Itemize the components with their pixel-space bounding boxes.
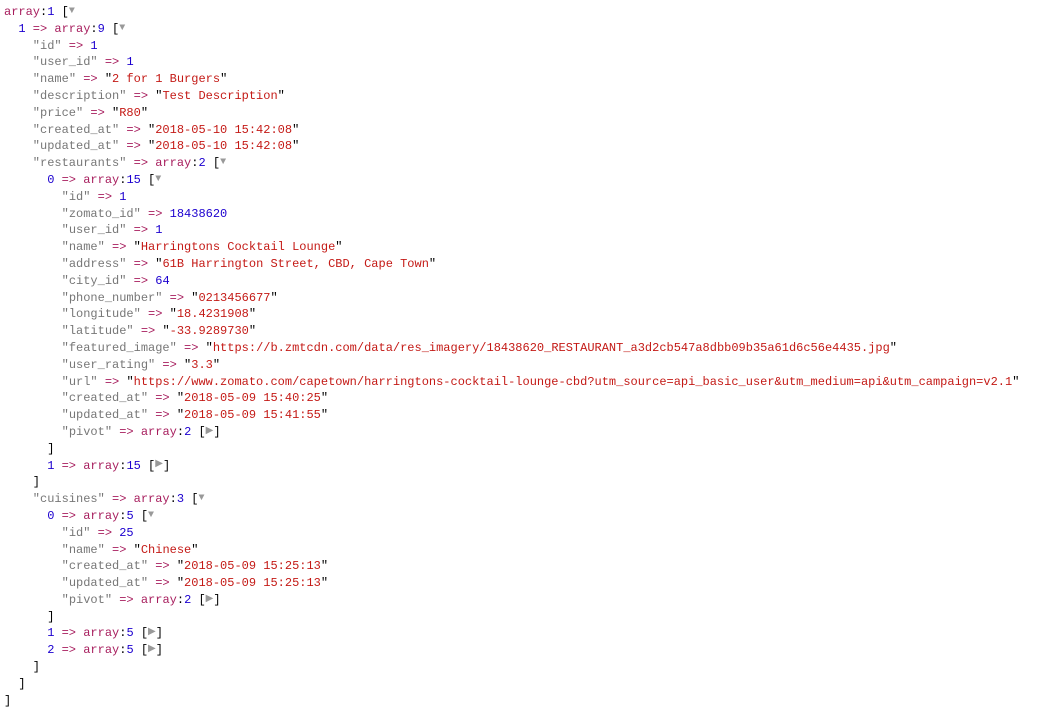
field-value: 25 — [119, 526, 133, 540]
toggle-icon[interactable]: ▼ — [148, 511, 154, 521]
field-row: "id" => 1 — [4, 189, 1037, 206]
field-row: "zomato_id" => 18438620 — [4, 206, 1037, 223]
field-value: Chinese — [141, 543, 191, 557]
array-item: 1 => array:15 [▶] — [4, 458, 1037, 475]
field-value: 1 — [119, 190, 126, 204]
field-row: "phone_number" => "0213456677" — [4, 290, 1037, 307]
close-bracket: ] — [4, 441, 1037, 458]
root-count: 1 — [47, 5, 54, 19]
field-row: "created_at" => "2018-05-10 15:42:08" — [4, 122, 1037, 139]
field-row: "latitude" => "-33.9289730" — [4, 323, 1037, 340]
field-row: "address" => "61B Harrington Street, CBD… — [4, 256, 1037, 273]
field-value: Test Description — [162, 89, 277, 103]
array-item: 0 => array:5 [▼ — [4, 508, 1037, 525]
field-row: "price" => "R80" — [4, 105, 1037, 122]
field-value: R80 — [119, 106, 141, 120]
toggle-icon[interactable]: ▶ — [148, 645, 156, 655]
toggle-icon[interactable]: ▼ — [220, 158, 226, 168]
field-row: "user_rating" => "3.3" — [4, 357, 1037, 374]
array-root: array:1 [▼ — [4, 4, 1037, 21]
field-value: 1 — [90, 39, 97, 53]
close-bracket: ] — [4, 474, 1037, 491]
field-value: 0213456677 — [198, 291, 270, 305]
field-value: https://www.zomato.com/capetown/harringt… — [134, 375, 1013, 389]
field-row: "id" => 1 — [4, 38, 1037, 55]
field-value: 61B Harrington Street, CBD, Cape Town — [162, 257, 428, 271]
field-value: 18438620 — [170, 207, 228, 221]
array-item: 2 => array:5 [▶] — [4, 642, 1037, 659]
array-item: 1 => array:5 [▶] — [4, 625, 1037, 642]
toggle-icon[interactable]: ▼ — [155, 175, 161, 185]
close-bracket: ] — [4, 609, 1037, 626]
field-value: 1 — [155, 223, 162, 237]
field-row: "created_at" => "2018-05-09 15:40:25" — [4, 390, 1037, 407]
field-row: "featured_image" => "https://b.zmtcdn.co… — [4, 340, 1037, 357]
toggle-icon[interactable]: ▼ — [69, 7, 75, 17]
root-type: array — [4, 5, 40, 19]
field-value: 2018-05-09 15:41:55 — [184, 408, 321, 422]
field-row: "name" => "Chinese" — [4, 542, 1037, 559]
array-item: 1 => array:9 [▼ — [4, 21, 1037, 38]
close-bracket: ] — [4, 693, 1037, 710]
field-value: 1 — [126, 55, 133, 69]
field-row: "updated_at" => "2018-05-09 15:41:55" — [4, 407, 1037, 424]
close-bracket: ] — [4, 676, 1037, 693]
field-row: "user_id" => 1 — [4, 222, 1037, 239]
field-value: 2018-05-10 15:42:08 — [155, 139, 292, 153]
field-row: "created_at" => "2018-05-09 15:25:13" — [4, 558, 1037, 575]
toggle-icon[interactable]: ▼ — [119, 24, 125, 34]
field-row: "city_id" => 64 — [4, 273, 1037, 290]
field-row: "name" => "2 for 1 Burgers" — [4, 71, 1037, 88]
field-row: "cuisines" => array:3 [▼ — [4, 491, 1037, 508]
field-value: 2018-05-09 15:40:25 — [184, 391, 321, 405]
field-row: "restaurants" => array:2 [▼ — [4, 155, 1037, 172]
toggle-icon[interactable]: ▶ — [148, 628, 156, 638]
field-value: 64 — [155, 274, 169, 288]
field-value: 2018-05-09 15:25:13 — [184, 576, 321, 590]
field-value: 3.3 — [191, 358, 213, 372]
close-bracket: ] — [4, 659, 1037, 676]
field-row: "pivot" => array:2 [▶] — [4, 424, 1037, 441]
field-row: "pivot" => array:2 [▶] — [4, 592, 1037, 609]
field-row: "id" => 25 — [4, 525, 1037, 542]
field-value: 18.4231908 — [177, 307, 249, 321]
field-row: "description" => "Test Description" — [4, 88, 1037, 105]
array-item: 0 => array:15 [▼ — [4, 172, 1037, 189]
item-index: 1 — [18, 22, 25, 36]
field-value: 2018-05-09 15:25:13 — [184, 559, 321, 573]
field-row: "updated_at" => "2018-05-09 15:25:13" — [4, 575, 1037, 592]
field-row: "url" => "https://www.zomato.com/capetow… — [4, 374, 1037, 391]
field-value: https://b.zmtcdn.com/data/res_imagery/18… — [213, 341, 890, 355]
field-value: Harringtons Cocktail Lounge — [141, 240, 335, 254]
field-row: "name" => "Harringtons Cocktail Lounge" — [4, 239, 1037, 256]
field-row: "longitude" => "18.4231908" — [4, 306, 1037, 323]
field-row: "updated_at" => "2018-05-10 15:42:08" — [4, 138, 1037, 155]
toggle-icon[interactable]: ▼ — [198, 494, 204, 504]
field-value: -33.9289730 — [170, 324, 249, 338]
field-value: 2018-05-10 15:42:08 — [155, 123, 292, 137]
field-row: "user_id" => 1 — [4, 54, 1037, 71]
toggle-icon[interactable]: ▶ — [155, 460, 163, 470]
field-value: 2 for 1 Burgers — [112, 72, 220, 86]
